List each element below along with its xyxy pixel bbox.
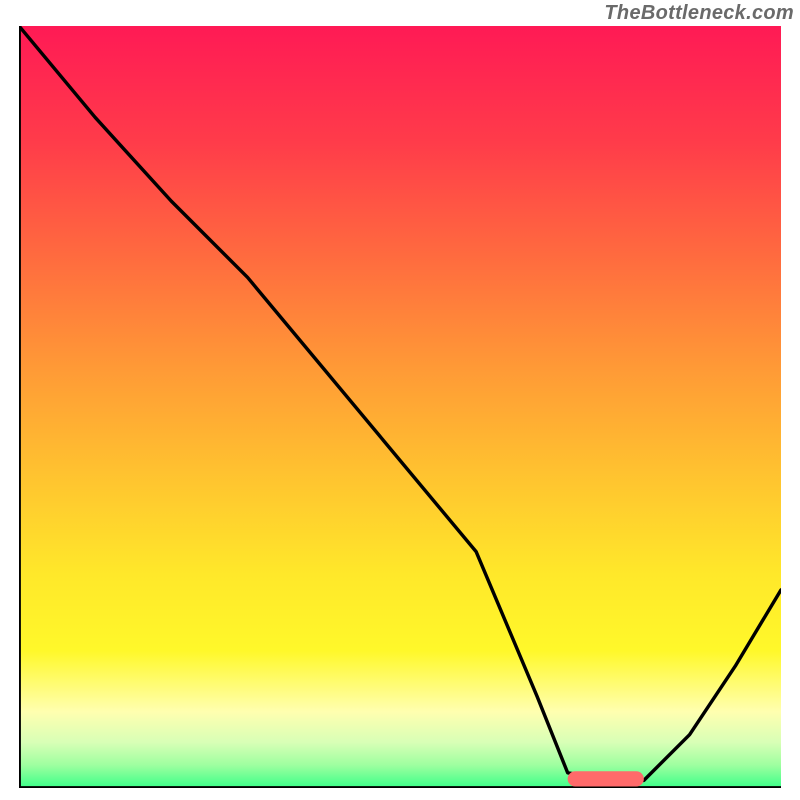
plot-area [19,26,781,788]
bottleneck-curve [19,26,781,780]
watermark-label: TheBottleneck.com [604,2,794,25]
chart-container: TheBottleneck.com [0,0,800,800]
optimal-zone-marker [568,771,644,786]
chart-overlay [19,26,781,788]
